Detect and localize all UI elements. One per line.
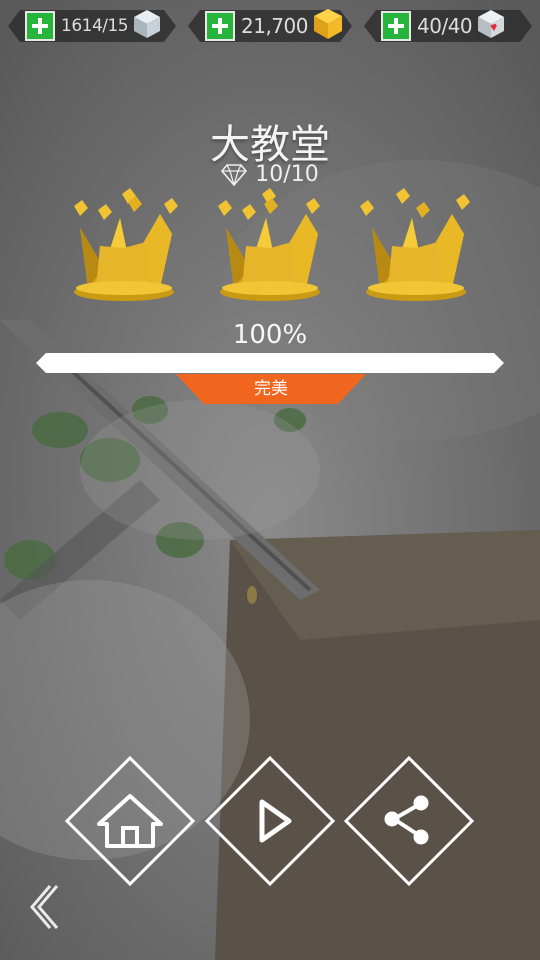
- lives-value: 40/40: [417, 14, 473, 38]
- resource-ice: 1614/15: [8, 6, 176, 46]
- ice-value: 1614/15: [61, 16, 129, 36]
- coins-value: 21,700: [241, 14, 308, 38]
- share-button[interactable]: [344, 756, 474, 886]
- play-button[interactable]: [205, 756, 335, 886]
- rank-badge: 完美: [176, 374, 366, 404]
- plus-icon: [212, 18, 228, 34]
- gold-cube-icon: [312, 7, 344, 45]
- progress-percent: 100%: [232, 320, 308, 350]
- crown-icon: [218, 188, 320, 301]
- progress-fill: [36, 353, 504, 373]
- add-ice-button[interactable]: [25, 11, 55, 41]
- play-icon: [259, 799, 292, 843]
- heart-cube-icon: [476, 8, 506, 44]
- back-button[interactable]: [20, 880, 64, 934]
- add-coins-button[interactable]: [205, 11, 235, 41]
- home-button[interactable]: [65, 756, 195, 886]
- crown-icon: [74, 188, 178, 301]
- ice-cube-icon: [132, 8, 162, 44]
- home-icon: [97, 794, 163, 848]
- plus-icon: [32, 18, 48, 34]
- plus-icon: [388, 18, 404, 34]
- share-icon: [384, 795, 429, 845]
- resource-lives: 40/40: [364, 6, 532, 46]
- back-chevron-icon: [30, 885, 59, 929]
- progress-bar: [36, 353, 504, 373]
- resource-coins: 21,700: [188, 6, 352, 46]
- crown-icon: [360, 188, 470, 301]
- gem-count: 10/10: [255, 162, 319, 187]
- add-lives-button[interactable]: [381, 11, 411, 41]
- gem-counter: 10/10: [0, 162, 540, 187]
- diamond-icon: [221, 163, 248, 186]
